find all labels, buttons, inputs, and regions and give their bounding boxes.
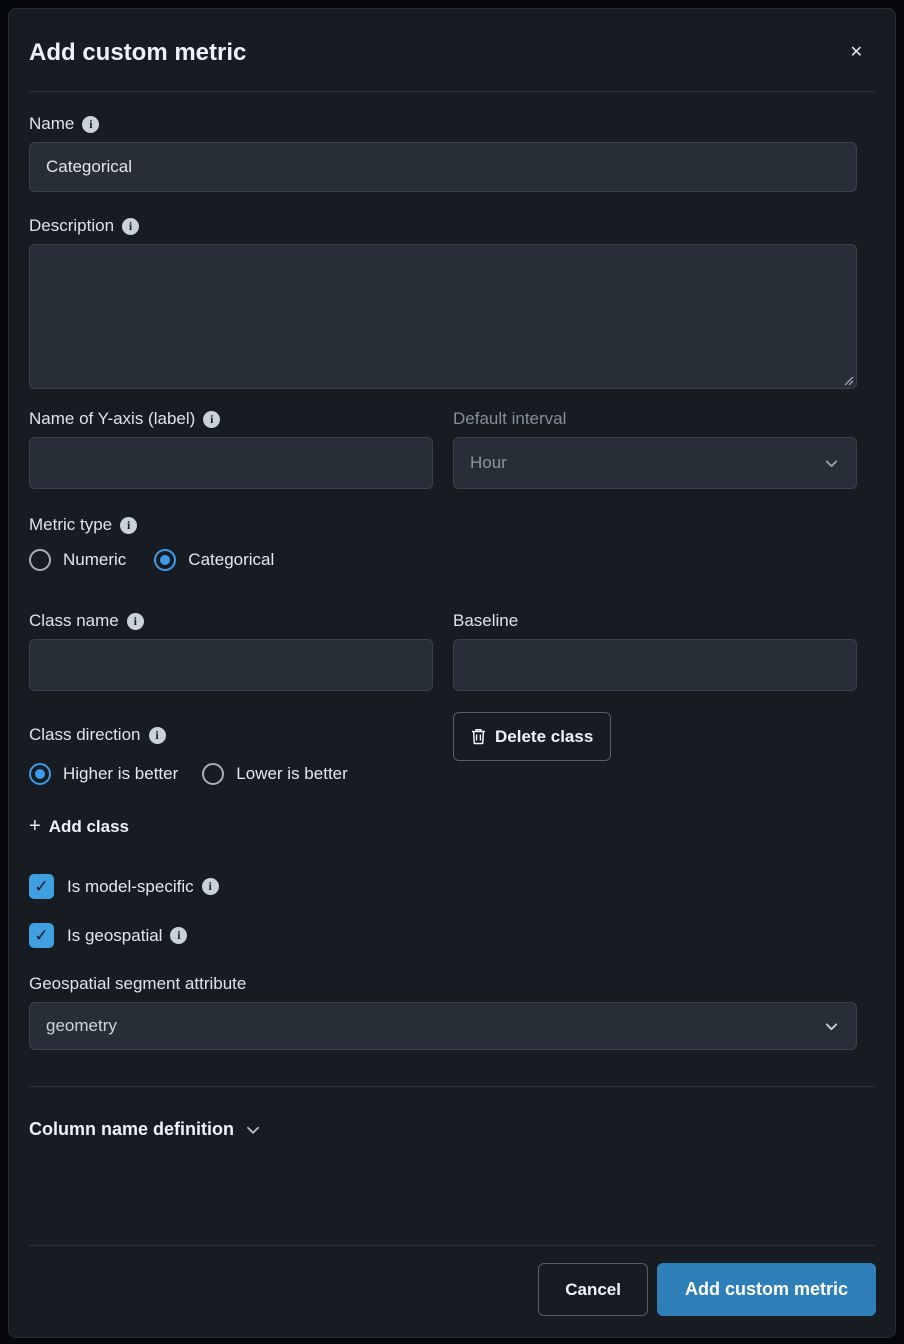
- cancel-button[interactable]: Cancel: [538, 1263, 648, 1316]
- info-icon[interactable]: i: [120, 517, 137, 534]
- radio-unchecked-icon: [29, 549, 51, 571]
- metric-type-radio-group: Numeric Categorical: [29, 549, 857, 571]
- metric-type-label: Metric type i: [29, 515, 857, 535]
- info-icon[interactable]: i: [127, 613, 144, 630]
- radio-higher-is-better[interactable]: Higher is better: [29, 763, 178, 785]
- y-axis-input[interactable]: [29, 437, 433, 489]
- info-icon[interactable]: i: [170, 927, 187, 944]
- baseline-label: Baseline: [453, 611, 857, 631]
- dialog-footer: Cancel Add custom metric: [9, 1246, 895, 1337]
- default-interval-label-text: Default interval: [453, 409, 566, 429]
- class-name-label-text: Class name: [29, 611, 119, 631]
- name-label-text: Name: [29, 114, 74, 134]
- add-custom-metric-dialog: Add custom metric ✕ Name i Description i: [8, 8, 896, 1338]
- is-model-specific-checkbox[interactable]: ✓ Is model-specific i: [29, 874, 857, 899]
- dialog-body: Name i Description i Name of Y-axis (lab…: [9, 92, 895, 1245]
- is-geospatial-checkbox[interactable]: ✓ Is geospatial i: [29, 923, 857, 948]
- add-class-label: Add class: [49, 817, 129, 837]
- column-name-definition-title: Column name definition: [29, 1119, 234, 1140]
- radio-higher-label: Higher is better: [63, 764, 178, 784]
- geospatial-attribute-select[interactable]: geometry: [29, 1002, 857, 1050]
- resize-grip-icon[interactable]: [842, 374, 854, 386]
- chevron-down-icon: [823, 1018, 840, 1035]
- default-interval-select[interactable]: Hour: [453, 437, 857, 489]
- column-name-definition-toggle[interactable]: Column name definition: [29, 1119, 875, 1140]
- class-direction-label: Class direction i: [29, 725, 433, 745]
- baseline-label-text: Baseline: [453, 611, 518, 631]
- name-input[interactable]: [29, 142, 857, 192]
- delete-class-label: Delete class: [495, 727, 593, 747]
- chevron-down-icon: [823, 455, 840, 472]
- radio-checked-icon: [154, 549, 176, 571]
- dialog-title: Add custom metric: [29, 39, 246, 67]
- trash-icon: [471, 728, 486, 745]
- radio-unchecked-icon: [202, 763, 224, 785]
- is-geospatial-label: Is geospatial: [67, 926, 162, 946]
- name-label: Name i: [29, 114, 857, 134]
- add-custom-metric-button[interactable]: Add custom metric: [657, 1263, 876, 1316]
- description-textarea[interactable]: [29, 244, 857, 389]
- y-axis-label-text: Name of Y-axis (label): [29, 409, 195, 429]
- description-label-text: Description: [29, 216, 114, 236]
- geospatial-attribute-value: geometry: [46, 1016, 117, 1036]
- checkbox-checked-icon: ✓: [29, 874, 54, 899]
- section-divider: [29, 1086, 875, 1087]
- radio-lower-label: Lower is better: [236, 764, 348, 784]
- close-icon[interactable]: ✕: [846, 41, 867, 65]
- chevron-down-icon: [244, 1121, 262, 1139]
- info-icon[interactable]: i: [202, 878, 219, 895]
- info-icon[interactable]: i: [122, 218, 139, 235]
- class-name-label: Class name i: [29, 611, 433, 631]
- radio-checked-icon: [29, 763, 51, 785]
- geospatial-attribute-label-text: Geospatial segment attribute: [29, 974, 246, 994]
- info-icon[interactable]: i: [149, 727, 166, 744]
- radio-lower-is-better[interactable]: Lower is better: [202, 763, 348, 785]
- y-axis-label: Name of Y-axis (label) i: [29, 409, 433, 429]
- checkbox-checked-icon: ✓: [29, 923, 54, 948]
- metric-type-label-text: Metric type: [29, 515, 112, 535]
- geospatial-attribute-label: Geospatial segment attribute: [29, 974, 857, 994]
- default-interval-label: Default interval: [453, 409, 857, 429]
- radio-numeric-label: Numeric: [63, 550, 126, 570]
- class-name-input[interactable]: [29, 639, 433, 691]
- radio-numeric[interactable]: Numeric: [29, 549, 126, 571]
- baseline-input[interactable]: [453, 639, 857, 691]
- info-icon[interactable]: i: [82, 116, 99, 133]
- add-class-button[interactable]: + Add class: [29, 815, 129, 838]
- default-interval-value: Hour: [470, 453, 507, 473]
- class-direction-radio-group: Higher is better Lower is better: [29, 763, 433, 785]
- class-direction-label-text: Class direction: [29, 725, 141, 745]
- radio-categorical[interactable]: Categorical: [154, 549, 274, 571]
- delete-class-button[interactable]: Delete class: [453, 712, 611, 761]
- info-icon[interactable]: i: [203, 411, 220, 428]
- is-model-specific-label: Is model-specific: [67, 877, 194, 897]
- plus-icon: +: [29, 815, 41, 838]
- description-label: Description i: [29, 216, 857, 236]
- radio-categorical-label: Categorical: [188, 550, 274, 570]
- dialog-header: Add custom metric ✕: [9, 9, 895, 91]
